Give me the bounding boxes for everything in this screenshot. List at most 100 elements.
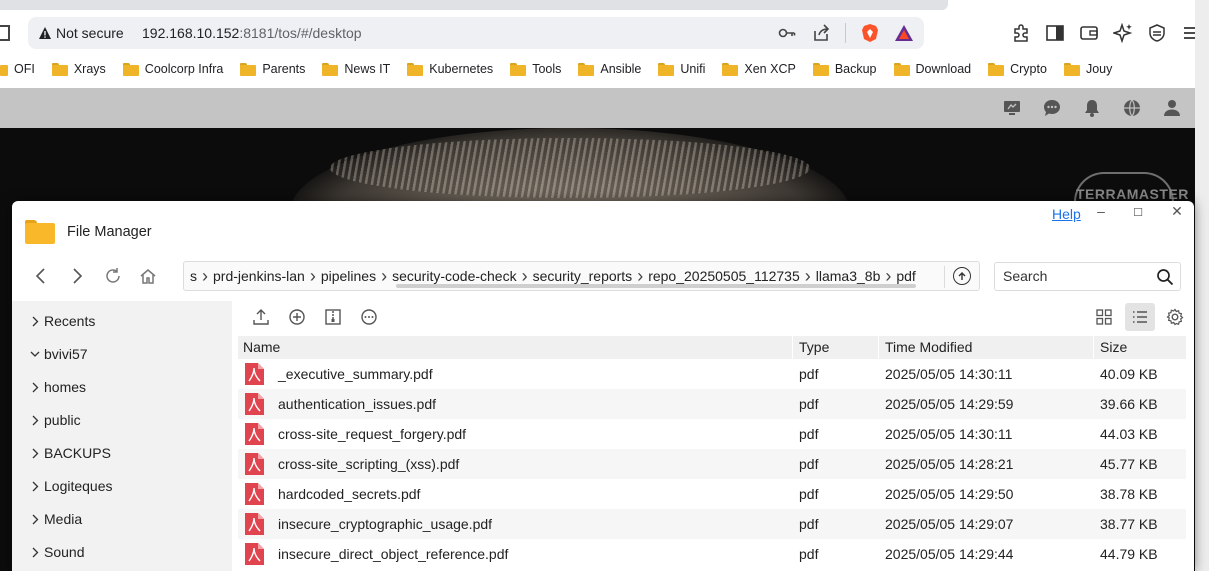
security-status[interactable]: Not secure [56, 25, 124, 41]
bookmark-item[interactable]: Crypto [988, 62, 1047, 76]
bookmark-item[interactable]: Kubernetes [407, 62, 493, 76]
chevron-right-icon[interactable] [30, 446, 40, 460]
breadcrumb-segment[interactable]: llama3_8b [816, 268, 881, 284]
forward-icon[interactable] [66, 265, 88, 287]
chevron-right-icon[interactable] [30, 479, 40, 493]
breadcrumb-segment[interactable]: repo_20250505_112735 [648, 268, 800, 284]
bookmark-item[interactable]: Coolcorp Infra [122, 62, 223, 76]
bookmark-item[interactable]: Ansible [578, 62, 641, 76]
page-scrollbar[interactable] [1195, 0, 1209, 571]
pdf-file-icon [244, 512, 265, 536]
refresh-icon[interactable] [102, 265, 124, 287]
up-level-icon[interactable] [953, 267, 971, 285]
warning-icon[interactable] [38, 26, 52, 40]
sparkle-icon[interactable] [1112, 22, 1134, 44]
chevron-right-icon[interactable] [30, 413, 40, 427]
table-row[interactable]: insecure_direct_object_reference.pdf pdf 2… [238, 539, 1186, 569]
breadcrumb-segment[interactable]: pipelines [321, 268, 376, 284]
bookmark-label: Xen XCP [744, 62, 796, 76]
grid-view-icon[interactable] [1089, 303, 1119, 331]
minimize-button[interactable]: – [1093, 203, 1109, 219]
table-row[interactable]: _executive_summary.pdf pdf 2025/05/05 14:3… [238, 359, 1186, 389]
brave-icon[interactable] [860, 23, 880, 43]
bookmark-item[interactable]: Tools [510, 62, 561, 76]
globe-icon[interactable] [1121, 97, 1143, 119]
sidebar-item[interactable]: Logiteques [30, 478, 113, 494]
breadcrumb-segment[interactable]: security_reports [533, 268, 633, 284]
table-row[interactable]: authentication_issues.pdf pdf 2025/05/05 1… [238, 389, 1186, 419]
table-row[interactable]: hardcoded_secrets.pdf pdf 2025/05/05 14:29… [238, 479, 1186, 509]
sidebar-item[interactable]: public [30, 412, 81, 428]
upload-icon[interactable] [251, 307, 271, 327]
folder-icon [578, 62, 595, 76]
wallet-icon[interactable] [1078, 22, 1100, 44]
home-icon[interactable] [137, 265, 159, 287]
chat-icon[interactable] [1041, 97, 1063, 119]
folder-icon [122, 62, 139, 76]
vpn-icon[interactable] [1146, 22, 1168, 44]
chevron-right-icon[interactable] [30, 512, 40, 526]
sidebar-item[interactable]: homes [30, 379, 86, 395]
bell-icon[interactable] [1081, 97, 1103, 119]
bookmark-page-icon[interactable] [0, 25, 10, 41]
sidebar-item[interactable]: Sound [30, 544, 84, 560]
list-view-icon[interactable] [1125, 303, 1155, 331]
folder-icon [322, 62, 339, 76]
sidebar-item[interactable]: BACKUPS [30, 445, 111, 461]
share-icon[interactable] [811, 23, 831, 43]
sidebar-item[interactable]: Media [30, 511, 82, 527]
chevron-down-icon[interactable] [30, 347, 40, 361]
bookmark-item[interactable]: Parents [240, 62, 305, 76]
help-link[interactable]: Help [1052, 206, 1081, 222]
chevron-right-icon[interactable] [30, 380, 40, 394]
breadcrumb[interactable]: s › prd-jenkins-lan › pipelines › security-cod… [183, 261, 980, 291]
column-type[interactable]: Type [799, 339, 829, 355]
extensions-icon[interactable] [1010, 22, 1032, 44]
settings-gear-icon[interactable] [1160, 303, 1190, 331]
file-size: 45.77 KB [1100, 456, 1158, 472]
user-icon[interactable] [1161, 97, 1183, 119]
search-field[interactable] [994, 262, 1181, 291]
chevron-right-icon: › [521, 266, 528, 286]
table-row[interactable]: cross-site_request_forgery.pdf pdf 2025/05… [238, 419, 1186, 449]
back-icon[interactable] [30, 265, 52, 287]
window-title: File Manager [67, 224, 152, 240]
breadcrumb-segment[interactable]: prd-jenkins-lan [213, 268, 305, 284]
sidebar-item[interactable]: Recents [30, 313, 95, 329]
bookmark-item[interactable]: Xen XCP [722, 62, 796, 76]
search-icon[interactable] [1156, 268, 1174, 286]
bookmark-item[interactable]: Backup [812, 62, 877, 76]
bookmark-item[interactable]: Unifi [658, 62, 705, 76]
chevron-right-icon[interactable] [30, 314, 40, 328]
bookmark-item[interactable]: Download [893, 62, 971, 76]
bookmark-item[interactable]: Xrays [51, 62, 106, 76]
address-bar[interactable]: Not secure 192.168.10.152:8181/tos/#/des… [28, 17, 924, 49]
column-size[interactable]: Size [1100, 339, 1127, 355]
add-icon[interactable] [287, 307, 307, 327]
column-time-modified[interactable]: Time Modified [885, 339, 972, 355]
breadcrumb-segment[interactable]: pdf [896, 268, 915, 284]
bookmark-label: Crypto [1010, 62, 1047, 76]
table-row[interactable]: insecure_cryptographic_usage.pdf pdf 2025/… [238, 509, 1186, 539]
breadcrumb-scrollbar[interactable] [396, 284, 916, 288]
key-icon[interactable] [777, 23, 797, 43]
bookmark-item[interactable]: Jouy [1063, 62, 1112, 76]
bookmark-item[interactable]: News IT [322, 62, 390, 76]
monitor-icon[interactable] [1001, 97, 1023, 119]
maximize-button[interactable]: ☐ [1130, 206, 1146, 219]
table-row[interactable]: cross-site_scripting_(xss).pdf pdf 2025/05… [238, 449, 1186, 479]
close-button[interactable]: ✕ [1169, 203, 1185, 220]
more-options-icon[interactable] [359, 307, 379, 327]
rewards-icon[interactable] [894, 23, 914, 43]
compress-icon[interactable] [323, 307, 343, 327]
sidebar-icon[interactable] [1044, 22, 1066, 44]
chevron-right-icon[interactable] [30, 545, 40, 559]
breadcrumb-segment[interactable]: s [190, 268, 197, 284]
search-input[interactable] [1003, 268, 1153, 284]
sidebar-item[interactable]: bvivi57 [30, 346, 88, 362]
column-name[interactable]: Name [243, 339, 280, 355]
url-text[interactable]: 192.168.10.152:8181/tos/#/desktop [142, 25, 362, 41]
bookmark-item[interactable]: OFI [0, 62, 35, 76]
bookmark-label: Parents [262, 62, 306, 76]
breadcrumb-segment[interactable]: security-code-check [392, 268, 517, 284]
